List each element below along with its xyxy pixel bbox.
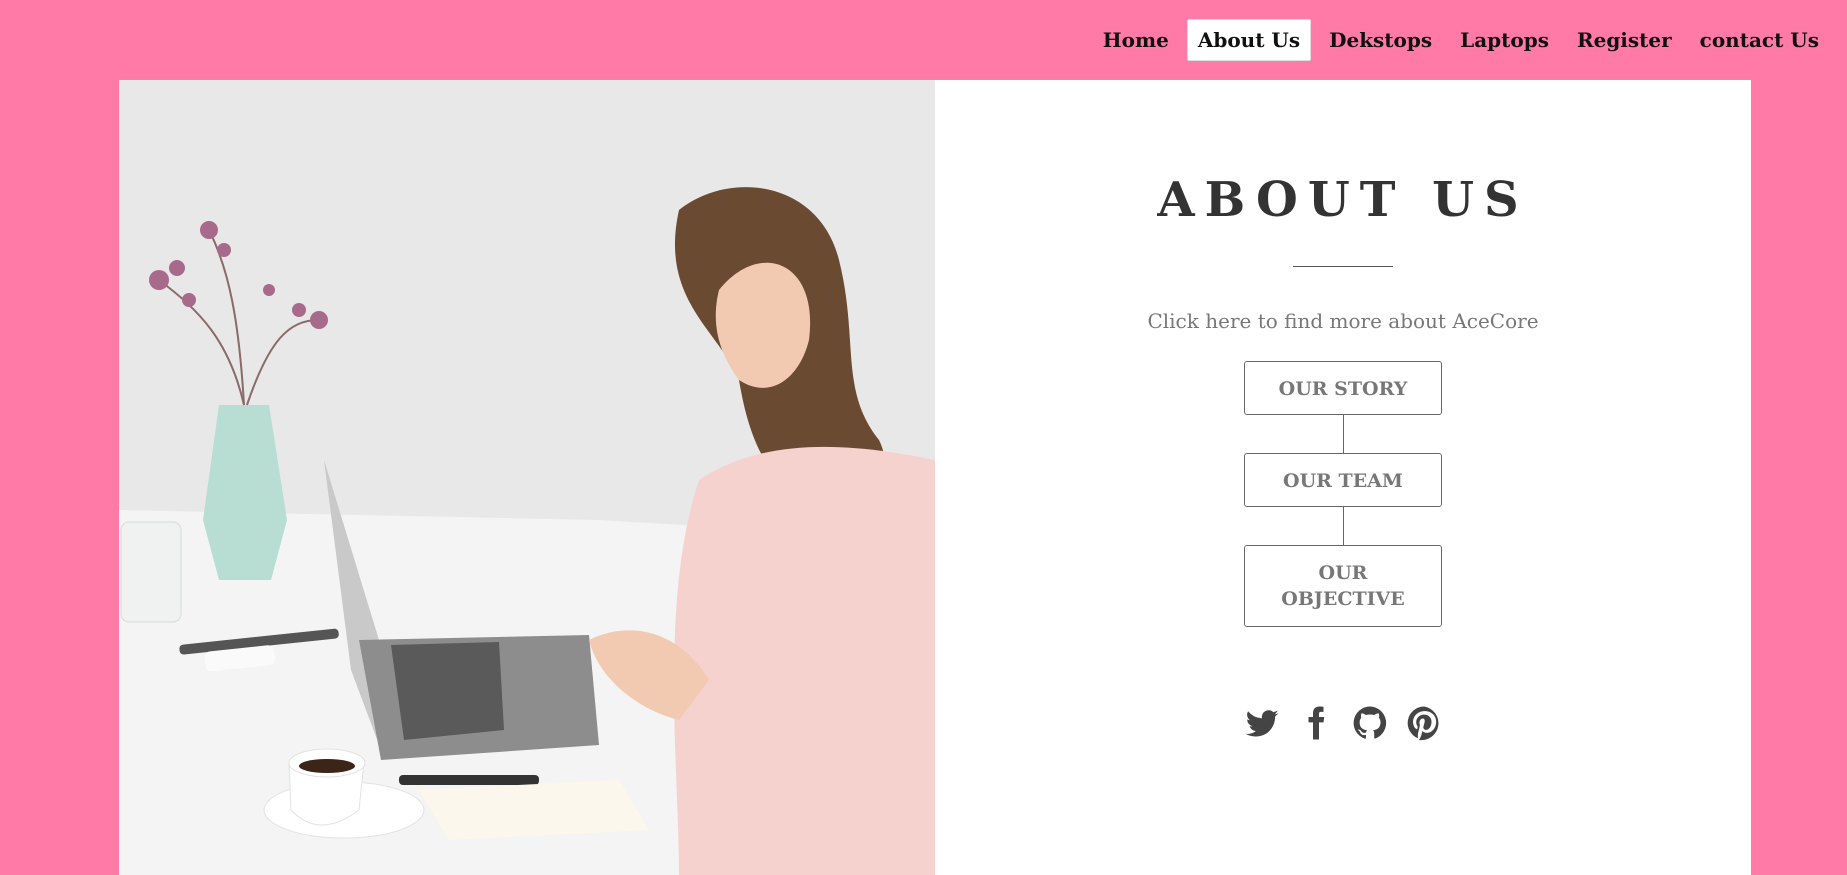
facebook-icon[interactable] xyxy=(1298,705,1334,741)
twitter-icon[interactable] xyxy=(1244,705,1280,741)
github-icon[interactable] xyxy=(1352,705,1388,741)
photo-illustration xyxy=(119,80,935,875)
main-nav: Home About Us Dekstops Laptops Register … xyxy=(1085,0,1847,80)
nav-register[interactable]: Register xyxy=(1567,20,1682,60)
pinterest-icon[interactable] xyxy=(1406,705,1442,741)
about-content: ABOUT US Click here to find more about A… xyxy=(935,80,1751,875)
connector-line xyxy=(1342,415,1344,453)
connector-line xyxy=(1342,507,1344,545)
about-buttons: OUR STORY OUR TEAM OUR OBJECTIVE xyxy=(1244,361,1442,627)
page-title: ABOUT US xyxy=(1157,172,1529,228)
nav-contact-us[interactable]: contact Us xyxy=(1690,20,1829,60)
nav-laptops[interactable]: Laptops xyxy=(1450,20,1559,60)
about-card: ABOUT US Click here to find more about A… xyxy=(119,80,1751,875)
hero-photo xyxy=(119,80,935,875)
our-objective-button[interactable]: OUR OBJECTIVE xyxy=(1244,545,1442,627)
nav-desktops[interactable]: Dekstops xyxy=(1319,20,1442,60)
subtitle: Click here to find more about AceCore xyxy=(1147,309,1539,333)
nav-home[interactable]: Home xyxy=(1093,20,1179,60)
nav-about-us[interactable]: About Us xyxy=(1186,19,1312,61)
our-team-button[interactable]: OUR TEAM xyxy=(1244,453,1442,507)
title-divider xyxy=(1293,266,1393,267)
social-links xyxy=(1244,705,1442,741)
our-story-button[interactable]: OUR STORY xyxy=(1244,361,1442,415)
